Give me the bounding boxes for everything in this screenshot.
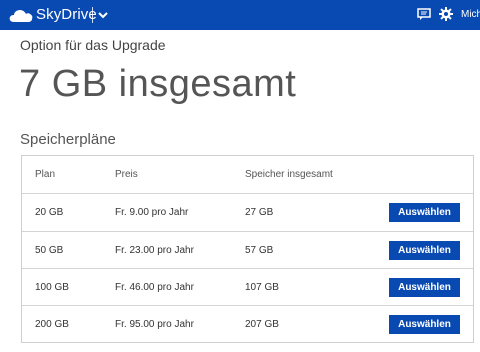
total-storage-title: 7 GB insgesamt xyxy=(19,63,297,105)
plan-cell: 200 GB xyxy=(35,319,69,330)
price-cell: Fr. 23.00 pro Jahr xyxy=(115,245,194,256)
app-title[interactable]: SkyDrive xyxy=(36,6,97,23)
select-plan-button[interactable]: Auswählen xyxy=(389,241,460,260)
title-divider xyxy=(92,7,93,23)
plan-cell: 100 GB xyxy=(35,282,69,293)
price-cell: Fr. 9.00 pro Jahr xyxy=(115,207,189,218)
column-header-storage: Speicher insgesamt xyxy=(245,169,333,180)
cloud-icon[interactable] xyxy=(8,7,34,23)
user-name[interactable]: Mich xyxy=(461,9,480,20)
select-plan-button[interactable]: Auswählen xyxy=(389,203,460,222)
table-row: 20 GB Fr. 9.00 pro Jahr 27 GB Auswählen xyxy=(22,194,473,231)
plans-table: Plan Preis Speicher insgesamt 20 GB Fr. … xyxy=(21,155,474,343)
upgrade-label: Option für das Upgrade xyxy=(20,37,166,53)
table-header-row: Plan Preis Speicher insgesamt xyxy=(22,156,473,193)
storage-cell: 207 GB xyxy=(245,319,279,330)
table-row: 200 GB Fr. 95.00 pro Jahr 207 GB Auswähl… xyxy=(22,306,473,343)
top-bar: SkyDrive Mich xyxy=(0,0,480,30)
gear-icon[interactable] xyxy=(439,7,453,21)
storage-cell: 57 GB xyxy=(245,245,274,256)
message-icon[interactable] xyxy=(417,8,431,21)
plans-section-title: Speicherpläne xyxy=(20,131,116,148)
select-plan-button[interactable]: Auswählen xyxy=(389,315,460,334)
storage-cell: 107 GB xyxy=(245,282,279,293)
plan-cell: 50 GB xyxy=(35,245,64,256)
select-plan-button[interactable]: Auswählen xyxy=(389,278,460,297)
table-row: 100 GB Fr. 46.00 pro Jahr 107 GB Auswähl… xyxy=(22,269,473,306)
price-cell: Fr. 46.00 pro Jahr xyxy=(115,282,194,293)
column-header-price: Preis xyxy=(115,169,138,180)
column-header-plan: Plan xyxy=(35,169,56,180)
chevron-down-icon[interactable] xyxy=(96,7,110,23)
price-cell: Fr. 95.00 pro Jahr xyxy=(115,319,194,330)
plan-cell: 20 GB xyxy=(35,207,64,218)
storage-cell: 27 GB xyxy=(245,207,274,218)
table-row: 50 GB Fr. 23.00 pro Jahr 57 GB Auswählen xyxy=(22,232,473,269)
